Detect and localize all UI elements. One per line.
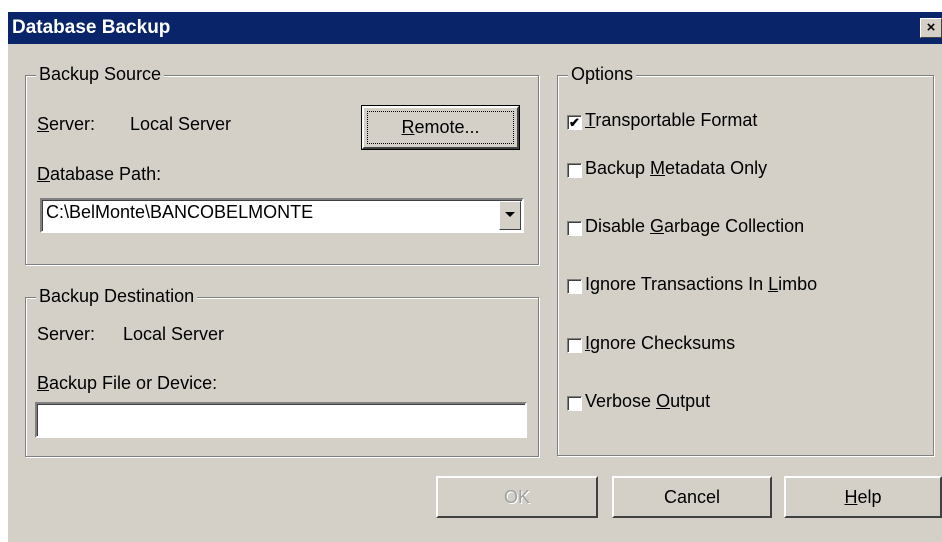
options-group: Options ✔ Transportable Format Backup Me… — [557, 64, 934, 456]
options-legend: Options — [568, 64, 637, 85]
backup-source-legend: Backup Source — [36, 64, 165, 85]
database-backup-dialog: Database Backup × Backup Source Server: … — [8, 12, 942, 542]
remote-button[interactable]: Remote... — [361, 105, 520, 150]
verbose-output-checkbox[interactable] — [567, 396, 582, 411]
backup-file-label: Backup File or Device: — [37, 373, 218, 393]
database-path-label: Database Path: — [37, 164, 162, 184]
backup-metadata-only-label[interactable]: Backup Metadata Only — [585, 158, 767, 179]
backup-destination-group: Backup Destination Server: Local Server … — [25, 286, 539, 457]
disable-garbage-collection-checkbox[interactable] — [567, 221, 582, 236]
database-path-value: C:\BelMonte\BANCOBELMONTE — [46, 202, 314, 222]
ok-button[interactable]: OK — [436, 476, 598, 518]
backup-file-input[interactable] — [35, 402, 527, 438]
close-icon: × — [926, 19, 936, 36]
disable-garbage-collection-label[interactable]: Disable Garbage Collection — [585, 216, 804, 237]
check-icon: ✔ — [569, 115, 580, 130]
source-server-label: Server: — [37, 114, 96, 134]
destination-server-value: Local Server — [123, 324, 225, 344]
title-bar[interactable]: Database Backup × — [8, 12, 942, 44]
backup-destination-legend: Backup Destination — [36, 286, 198, 307]
ignore-checksums-checkbox[interactable] — [567, 338, 582, 353]
source-server-value: Local Server — [130, 114, 232, 134]
cancel-button[interactable]: Cancel — [612, 476, 772, 518]
transportable-format-label[interactable]: Transportable Format — [585, 110, 757, 131]
ignore-checksums-label[interactable]: Ignore Checksums — [585, 333, 735, 354]
verbose-output-label[interactable]: Verbose Output — [585, 391, 710, 412]
help-button[interactable]: Help — [784, 476, 942, 518]
ignore-transactions-in-limbo-label[interactable]: Ignore Transactions In Limbo — [585, 274, 817, 295]
destination-server-label: Server: — [37, 324, 96, 344]
transportable-format-checkbox[interactable]: ✔ — [567, 115, 582, 130]
database-path-combo[interactable]: C:\BelMonte\BANCOBELMONTE — [40, 198, 524, 233]
close-button[interactable]: × — [920, 18, 942, 38]
ignore-transactions-in-limbo-checkbox[interactable] — [567, 279, 582, 294]
database-path-dropdown-button[interactable] — [499, 201, 521, 230]
backup-source-group: Backup Source Server: Local Server Remot… — [25, 64, 539, 265]
backup-metadata-only-checkbox[interactable] — [567, 163, 582, 178]
chevron-down-icon — [505, 212, 515, 217]
window-title: Database Backup — [12, 17, 171, 38]
